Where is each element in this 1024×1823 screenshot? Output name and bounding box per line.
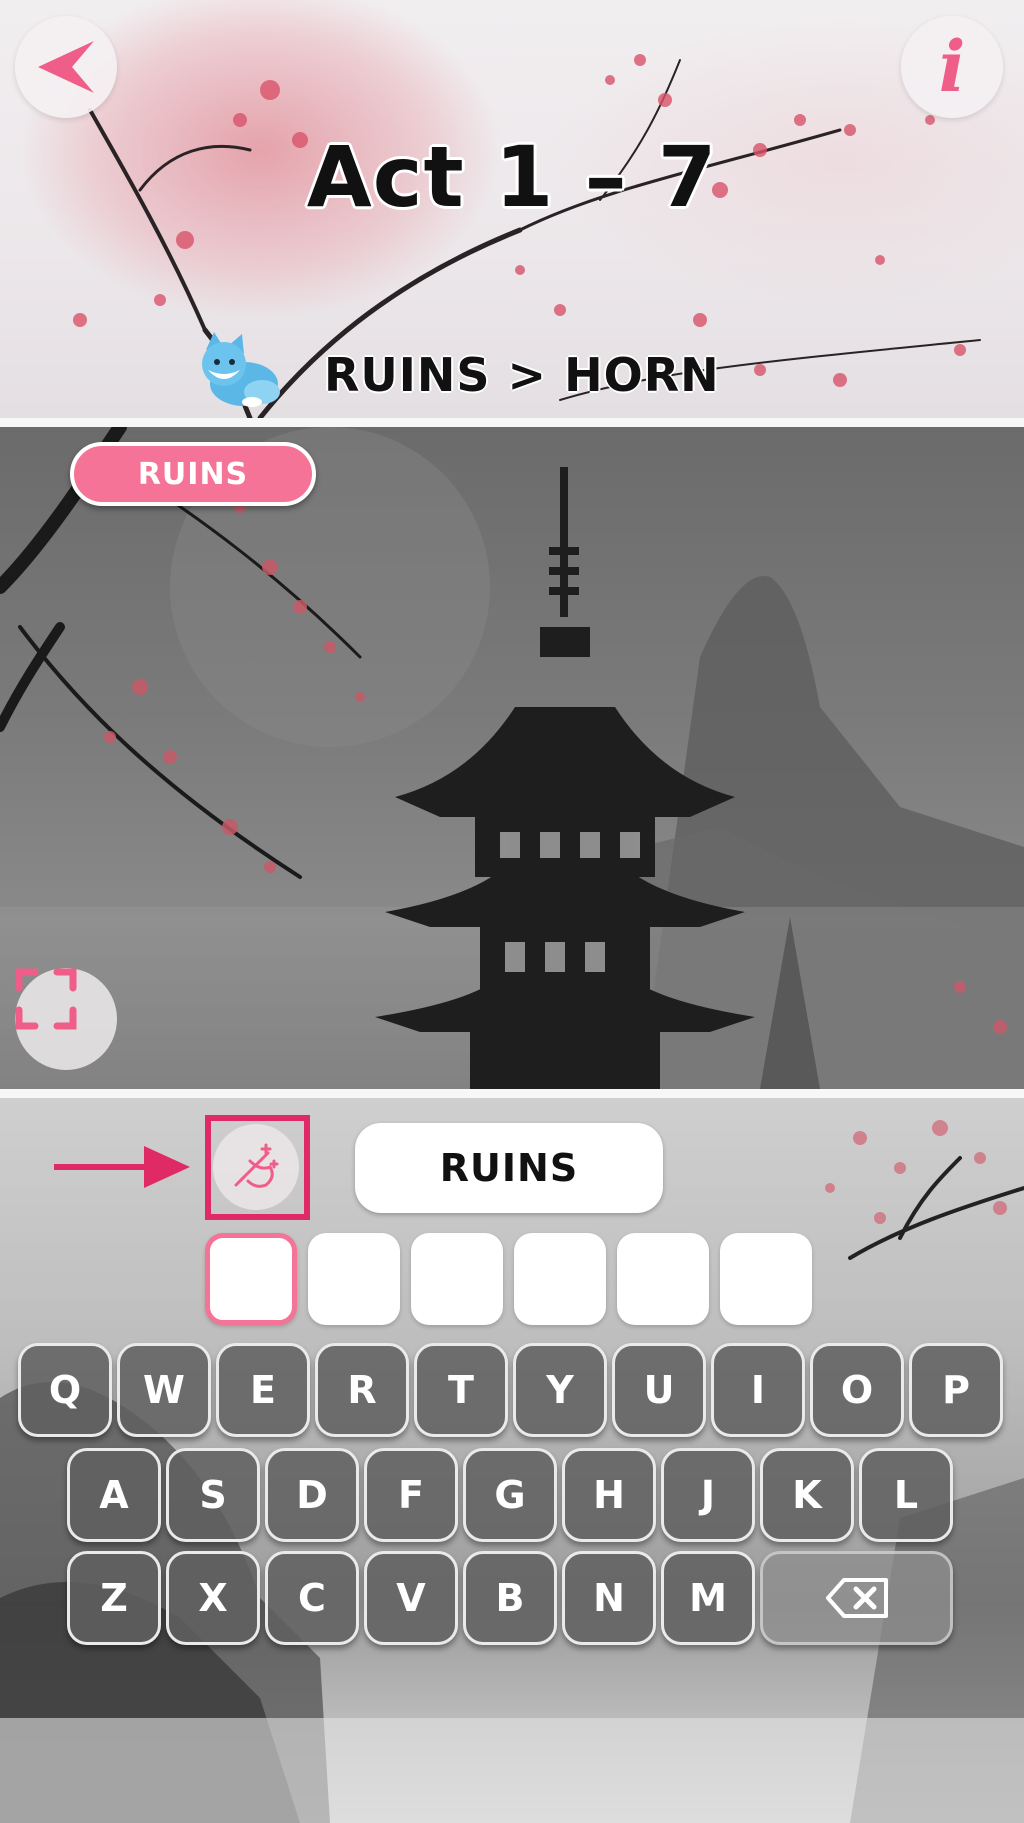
current-word-badge: RUINS	[70, 442, 316, 506]
key-d[interactable]: D	[265, 1448, 359, 1542]
key-c[interactable]: C	[265, 1551, 359, 1645]
word-chain-path: RUINS > HORN	[324, 348, 720, 402]
back-arrow-icon	[38, 41, 94, 93]
puzzle-scene-image	[0, 427, 1024, 1089]
key-x[interactable]: X	[166, 1551, 260, 1645]
letter-slot[interactable]	[617, 1233, 709, 1325]
key-j[interactable]: J	[661, 1448, 755, 1542]
key-u[interactable]: U	[612, 1343, 706, 1437]
letter-slot[interactable]	[720, 1233, 812, 1325]
level-title: Act 1 – 7	[306, 128, 718, 226]
arrow-right-icon	[54, 1146, 190, 1188]
key-l[interactable]: L	[859, 1448, 953, 1542]
key-v[interactable]: V	[364, 1551, 458, 1645]
pagoda-illustration	[0, 427, 1024, 1089]
key-r[interactable]: R	[315, 1343, 409, 1437]
letter-slot[interactable]	[514, 1233, 606, 1325]
key-z[interactable]: Z	[67, 1551, 161, 1645]
expand-image-button[interactable]	[15, 968, 117, 1070]
key-q[interactable]: Q	[18, 1343, 112, 1437]
key-m[interactable]: M	[661, 1551, 755, 1645]
fox-mascot-icon	[202, 332, 280, 407]
info-button[interactable]: i	[901, 16, 1003, 118]
divider	[0, 1089, 1024, 1098]
key-o[interactable]: O	[810, 1343, 904, 1437]
letter-slot[interactable]	[308, 1233, 400, 1325]
key-k[interactable]: K	[760, 1448, 854, 1542]
key-h[interactable]: H	[562, 1448, 656, 1542]
key-s[interactable]: S	[166, 1448, 260, 1542]
letter-slot[interactable]	[411, 1233, 503, 1325]
key-g[interactable]: G	[463, 1448, 557, 1542]
hint-icon	[234, 1143, 279, 1188]
letter-slot[interactable]	[205, 1233, 297, 1325]
info-icon: i	[938, 25, 966, 108]
key-n[interactable]: N	[562, 1551, 656, 1645]
key-e[interactable]: E	[216, 1343, 310, 1437]
key-t[interactable]: T	[414, 1343, 508, 1437]
divider	[0, 418, 1024, 427]
key-f[interactable]: F	[364, 1448, 458, 1542]
answer-word-box: RUINS	[355, 1123, 663, 1213]
expand-icon	[15, 968, 77, 1030]
hint-button[interactable]	[213, 1124, 299, 1210]
key-p[interactable]: P	[909, 1343, 1003, 1437]
back-button[interactable]	[15, 16, 117, 118]
key-y[interactable]: Y	[513, 1343, 607, 1437]
backspace-icon	[825, 1578, 888, 1618]
backspace-key[interactable]	[760, 1551, 953, 1645]
key-a[interactable]: A	[67, 1448, 161, 1542]
key-i[interactable]: I	[711, 1343, 805, 1437]
key-b[interactable]: B	[463, 1551, 557, 1645]
key-w[interactable]: W	[117, 1343, 211, 1437]
